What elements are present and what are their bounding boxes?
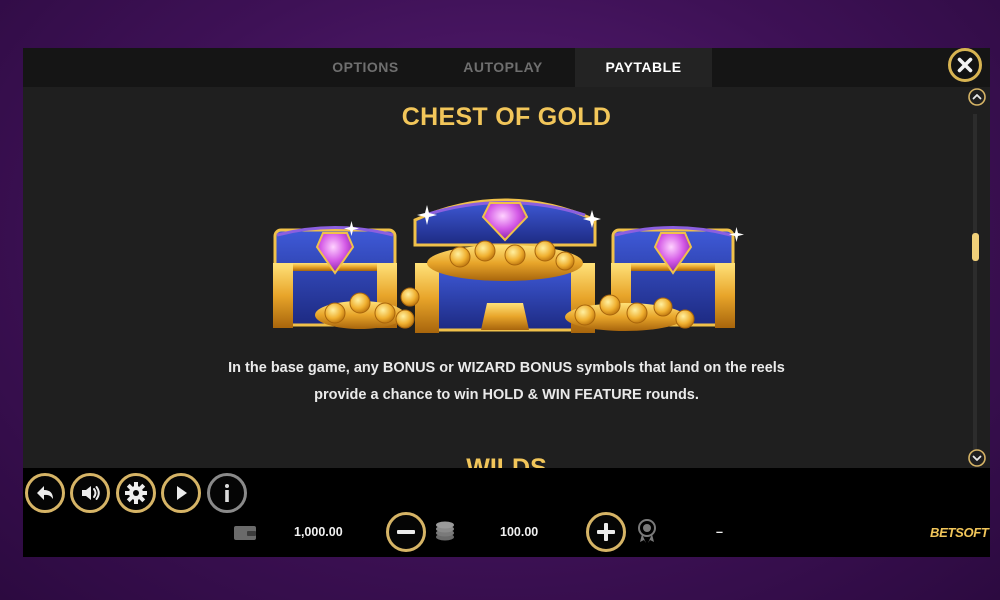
award-badge-icon — [638, 519, 656, 543]
logo-part-2: SOFT — [955, 525, 989, 540]
description-line-2: provide a chance to win HOLD & WIN FEATU… — [314, 387, 699, 403]
logo-part-1: BET — [930, 525, 956, 540]
tab-autoplay[interactable]: AUTOPLAY — [453, 48, 553, 87]
section-description: In the base game, any BONUS or WIZARD BO… — [210, 355, 803, 409]
autoplay-icon — [177, 486, 187, 500]
balance-value: 1,000.00 — [294, 525, 343, 539]
section-title: CHEST OF GOLD — [401, 103, 612, 131]
tab-paytable[interactable]: PAYTABLE — [575, 48, 712, 87]
minus-icon — [397, 530, 415, 534]
sound-button[interactable] — [70, 473, 110, 513]
speaker-icon — [82, 486, 100, 500]
coin-stack-icon — [436, 521, 454, 541]
scroll-track[interactable] — [973, 114, 977, 450]
info-icon — [225, 484, 229, 502]
close-button[interactable] — [948, 48, 982, 82]
decrease-bet-button[interactable] — [386, 512, 426, 552]
scroll-thumb[interactable] — [972, 233, 979, 261]
settings-button[interactable] — [116, 473, 156, 513]
tab-options[interactable]: OPTIONS — [323, 48, 408, 87]
info-button[interactable] — [207, 473, 247, 513]
description-line-1: In the base game, any BONUS or WIZARD BO… — [228, 360, 785, 376]
gear-icon — [125, 482, 147, 504]
tab-bar: OPTIONS AUTOPLAY PAYTABLE — [23, 48, 990, 87]
close-icon — [957, 57, 973, 73]
wallet-icon — [234, 526, 256, 540]
increase-bet-button[interactable] — [586, 512, 626, 552]
autoplay-button[interactable] — [161, 473, 201, 513]
back-button[interactable] — [25, 473, 65, 513]
plus-icon — [597, 523, 615, 541]
betsoft-logo: BETSOFT — [930, 525, 989, 540]
next-section-title-peek: WILDS — [0, 452, 1000, 469]
back-arrow-icon — [37, 486, 53, 500]
chest-of-gold-symbol-image — [273, 198, 744, 333]
bet-value: 100.00 — [500, 525, 539, 539]
win-value: – — [716, 525, 723, 539]
next-section-title: WILDS — [466, 454, 547, 469]
